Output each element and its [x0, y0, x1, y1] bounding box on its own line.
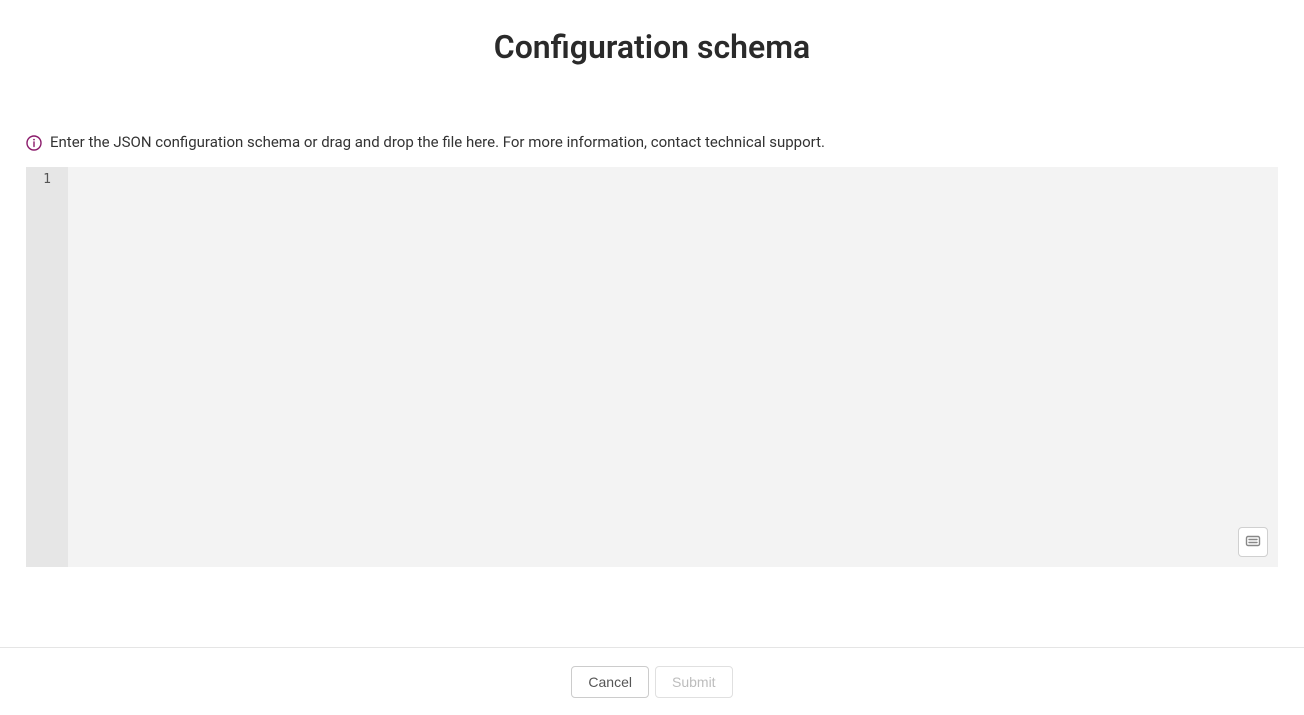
content-area: Enter the JSON configuration schema or d… [0, 132, 1304, 567]
submit-button[interactable]: Submit [655, 666, 733, 698]
page-title: Configuration schema [0, 0, 1304, 66]
cancel-button[interactable]: Cancel [571, 666, 649, 698]
json-editor[interactable]: 1 [26, 167, 1278, 567]
footer-bar: Cancel Submit [0, 647, 1304, 715]
info-text: Enter the JSON configuration schema or d… [50, 132, 825, 153]
keyboard-icon [1245, 533, 1261, 552]
json-editor-textarea[interactable] [68, 167, 1278, 567]
keyboard-shortcuts-button[interactable] [1238, 527, 1268, 557]
info-icon [26, 135, 42, 151]
line-number: 1 [26, 171, 68, 189]
info-row: Enter the JSON configuration schema or d… [26, 132, 1278, 153]
editor-gutter: 1 [26, 167, 68, 567]
